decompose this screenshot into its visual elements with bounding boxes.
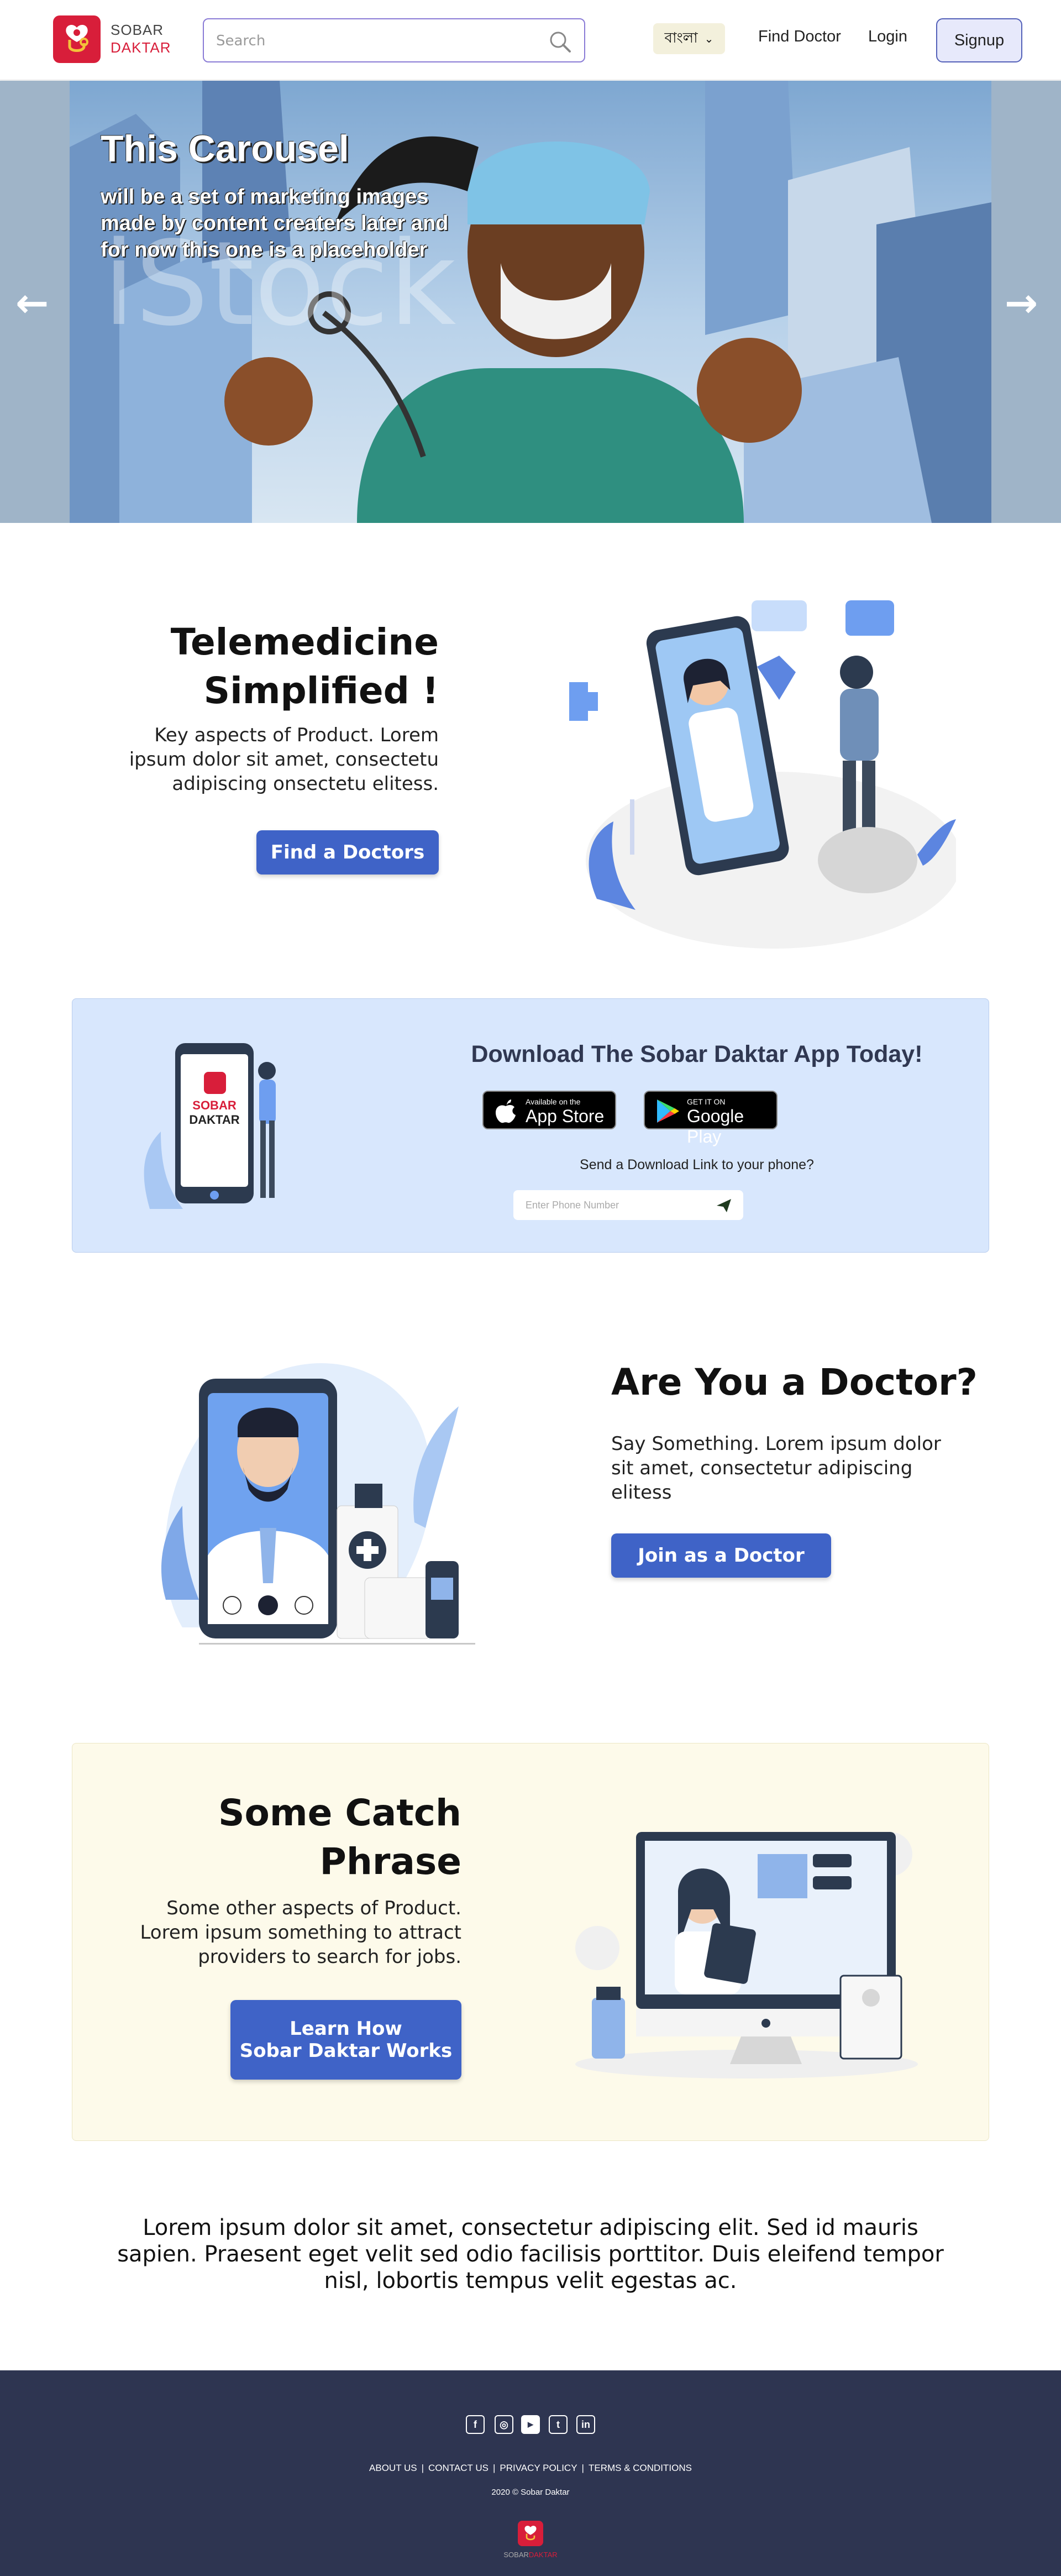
telemedicine-illustration <box>569 600 956 949</box>
telemedicine-heading-line1: Telemedicine <box>170 621 439 663</box>
instagram-icon[interactable]: ◎ <box>495 2415 513 2434</box>
telemedicine-heading-line2: Simplified ! <box>203 669 439 712</box>
download-link-prompt: Send a Download Link to your phone? <box>580 1157 814 1172</box>
linkedin-icon[interactable]: in <box>576 2415 595 2434</box>
youtube-icon[interactable]: ▶ <box>521 2415 540 2434</box>
phone-number-input[interactable] <box>526 1197 702 1213</box>
signup-button[interactable]: Signup <box>936 18 1022 62</box>
catch-phrase-heading-line1: Some Catch <box>218 1792 461 1834</box>
learn-how-button[interactable]: Learn How Sobar Daktar Works <box>230 2000 461 2080</box>
footer-link-privacy[interactable]: PRIVACY POLICY <box>495 2463 581 2473</box>
phone-number-field <box>513 1190 743 1220</box>
carousel-subtitle: will be a set of marketing images made b… <box>101 185 449 261</box>
footer-link-contact[interactable]: CONTACT US <box>424 2463 493 2473</box>
search-icon[interactable] <box>548 29 573 55</box>
carousel-title: This Carousel <box>101 128 349 170</box>
logo-text-sobar: SOBAR <box>111 22 164 38</box>
apple-icon <box>496 1099 516 1123</box>
download-phone-logo-line1: SOBAR <box>192 1098 237 1112</box>
footer-logo-wordmark: SOBARDAKTAR <box>0 2551 1061 2559</box>
logo-icon[interactable] <box>53 15 101 63</box>
doctor-description: Say Something. Lorem ipsum dolor sit ame… <box>611 1433 941 1504</box>
catch-phrase-illustration <box>575 1832 918 2078</box>
catch-phrase-heading-line2: Phrase <box>319 1840 462 1883</box>
facebook-icon[interactable]: f <box>466 2415 485 2434</box>
catch-phrase-description: Some other aspects of Product. Lorem ips… <box>140 1897 461 1968</box>
learn-how-button-line1: Learn How <box>290 2018 402 2040</box>
telemedicine-description: Key aspects of Product. Lorem ipsum dolo… <box>129 724 439 795</box>
download-title: Download The Sobar Daktar App Today! <box>471 1041 923 1067</box>
download-phone-logo-line2: DAKTAR <box>189 1113 239 1127</box>
google-play-small-text: GET IT ON <box>687 1097 726 1106</box>
find-doctors-button[interactable]: Find a Doctors <box>256 830 439 875</box>
footer-logo-icon[interactable] <box>518 2521 543 2546</box>
nav-find-doctor[interactable]: Find Doctor <box>758 28 841 46</box>
app-store-badge[interactable]: Available on the App Store <box>482 1091 616 1129</box>
google-play-big-text: Google Play <box>687 1106 744 1146</box>
google-play-badge[interactable]: GET IT ON Google Play <box>644 1091 778 1146</box>
download-app-section: SOBAR DAKTAR Download The Sobar Daktar A… <box>72 998 989 1253</box>
copyright-text: 2020 © Sobar Daktar <box>491 2488 570 2497</box>
download-phone-illustration: SOBAR DAKTAR <box>144 1043 276 1209</box>
google-play-icon <box>657 1099 679 1123</box>
site-header: SOBAR DAKTAR বাংলা ⌄ Find Doctor Login S… <box>0 0 1061 80</box>
doctor-illustration <box>161 1363 475 1645</box>
catch-phrase-section: Some Catch Phrase Some other aspects of … <box>72 1743 989 2141</box>
search-input[interactable] <box>216 30 526 51</box>
carousel-prev-arrow-icon[interactable]: ← <box>15 280 49 326</box>
app-store-big-text: App Store <box>526 1106 605 1126</box>
carousel-next-arrow-icon[interactable]: → <box>1005 280 1038 326</box>
site-footer: f ◎ ▶ t in ABOUT US | CONTACT US | PRIVACY P… <box>0 2370 1061 2576</box>
footer-links: ABOUT US | CONTACT US | PRIVACY POLICY | TERMS… <box>0 2463 1061 2474</box>
hero-carousel: iStock This Carousel will be a set of ma… <box>0 81 1061 523</box>
logo-wordmark[interactable]: SOBAR DAKTAR <box>111 21 171 56</box>
join-as-doctor-button[interactable]: Join as a Doctor <box>611 1533 831 1578</box>
doctor-heading: Are You a Doctor? <box>611 1361 978 1404</box>
logo-text-daktar: DAKTAR <box>111 39 171 56</box>
language-label: বাংলা <box>664 30 698 46</box>
footer-logo-text-sobar: SOBAR <box>503 2551 529 2559</box>
language-select[interactable]: বাংলা ⌄ <box>653 23 725 54</box>
app-store-small-text: Available on the <box>526 1097 581 1106</box>
catch-phrase-heading: Some Catch Phrase <box>155 1789 461 1886</box>
learn-how-button-line2: Sobar Daktar Works <box>239 2040 453 2062</box>
chevron-down-icon: ⌄ <box>704 32 714 45</box>
footer-link-about[interactable]: ABOUT US <box>365 2463 422 2473</box>
send-icon[interactable] <box>716 1198 732 1213</box>
closing-paragraph: Lorem ipsum dolor sit amet, consectetur … <box>117 2215 944 2294</box>
footer-link-terms[interactable]: TERMS & CONDITIONS <box>584 2463 696 2473</box>
search-bar <box>203 18 585 62</box>
footer-logo-text-daktar: DAKTAR <box>528 2551 558 2559</box>
telemedicine-heading: Telemedicine Simplified ! <box>144 618 439 715</box>
nav-login[interactable]: Login <box>868 28 907 46</box>
twitter-icon[interactable]: t <box>549 2415 568 2434</box>
